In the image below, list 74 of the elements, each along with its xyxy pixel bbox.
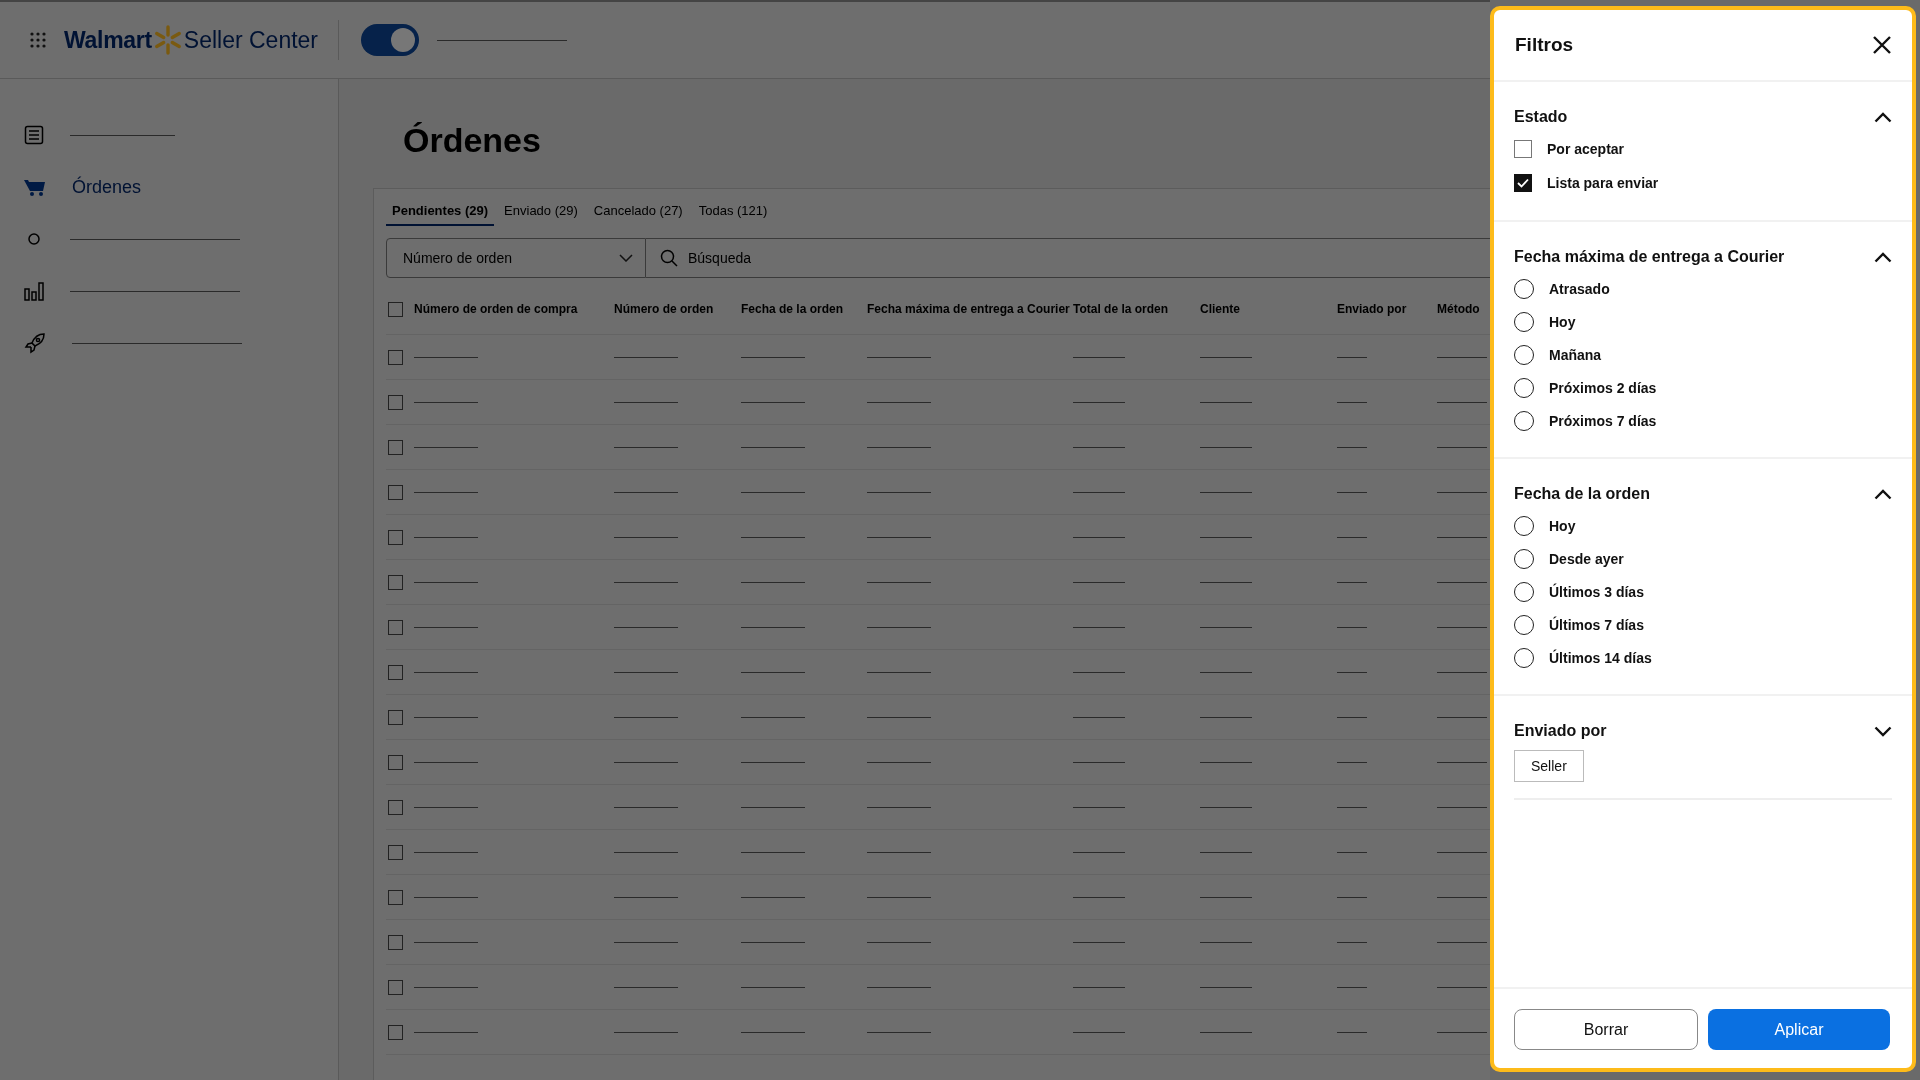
panel-title: Filtros — [1515, 34, 1574, 56]
column-header: Enviado por — [1337, 302, 1408, 316]
row-checkbox[interactable] — [388, 529, 403, 545]
section-title: Estado — [1514, 108, 1568, 126]
search-field[interactable]: Búsqueda — [646, 238, 1490, 278]
rocket-icon — [24, 332, 46, 354]
column-header: Total de la orden — [1073, 302, 1170, 316]
order-number-select[interactable]: Número de orden — [386, 238, 646, 278]
option-label: Atrasado — [1549, 280, 1610, 297]
column-header: Número de orden — [614, 302, 715, 316]
select-placeholder: Número de orden — [403, 250, 512, 266]
chevron-up-icon[interactable] — [1874, 251, 1892, 263]
brand-name: Walmart — [64, 26, 152, 54]
close-icon[interactable] — [1872, 35, 1892, 55]
cart-icon — [24, 177, 46, 197]
checkbox[interactable] — [1514, 140, 1532, 158]
row-checkbox[interactable] — [388, 619, 403, 635]
column-header: Método — [1437, 302, 1481, 316]
column-header: Cliente — [1200, 302, 1241, 316]
column-header: Fecha de la orden — [741, 302, 845, 316]
apply-button[interactable]: Aplicar — [1708, 1009, 1890, 1050]
row-checkbox[interactable] — [388, 394, 403, 410]
row-checkbox[interactable] — [388, 799, 403, 815]
option-label: Últimos 3 días — [1549, 583, 1644, 600]
option-label: Mañana — [1549, 346, 1602, 363]
option-label: Últimos 14 días — [1549, 649, 1652, 666]
check-icon — [1516, 177, 1530, 189]
row-checkbox[interactable] — [388, 709, 403, 725]
section-title: Fecha de la orden — [1514, 485, 1651, 503]
row-checkbox[interactable] — [388, 844, 403, 860]
row-checkbox[interactable] — [388, 979, 403, 995]
row-checkbox[interactable] — [388, 349, 403, 365]
chevron-up-icon[interactable] — [1874, 488, 1892, 500]
spark-logo-icon — [153, 25, 182, 55]
filter-chip[interactable]: Seller — [1514, 750, 1584, 782]
tab[interactable]: Todas (121) — [692, 199, 774, 226]
chevron-up-icon[interactable] — [1874, 111, 1892, 123]
list-icon — [24, 125, 44, 145]
option-label: Por aceptar — [1547, 141, 1625, 157]
row-checkbox[interactable] — [388, 484, 403, 500]
row-checkbox[interactable] — [388, 439, 403, 455]
tab[interactable]: Cancelado (27) — [587, 199, 689, 226]
page-title: Órdenes — [403, 121, 542, 160]
row-checkbox[interactable] — [388, 1024, 403, 1040]
option-label: Últimos 7 días — [1549, 616, 1644, 633]
row-checkbox[interactable] — [388, 664, 403, 680]
row-checkbox[interactable] — [388, 934, 403, 950]
chevron-down-icon[interactable] — [1874, 725, 1892, 737]
section-title: Enviado por — [1514, 722, 1607, 740]
row-checkbox[interactable] — [388, 889, 403, 905]
search-icon — [660, 249, 678, 267]
option-label: Próximos 7 días — [1549, 412, 1657, 429]
column-header: Fecha máxima de entrega a Courier — [867, 302, 1071, 316]
section-title: Fecha máxima de entrega a Courier — [1514, 248, 1785, 266]
product-name: Seller Center — [183, 26, 319, 54]
toggle-switch[interactable] — [361, 24, 420, 56]
option-label: Lista para enviar — [1547, 175, 1659, 191]
tab[interactable]: Enviado (29) — [498, 199, 584, 226]
app-grid-icon[interactable] — [29, 31, 47, 49]
row-checkbox[interactable] — [388, 574, 403, 590]
option-label: Próximos 2 días — [1549, 379, 1657, 396]
row-checkbox[interactable] — [388, 754, 403, 770]
option-label: Hoy — [1549, 517, 1576, 534]
select-all-checkbox[interactable] — [388, 301, 403, 317]
bar-chart-icon — [24, 281, 44, 301]
tab[interactable]: Pendientes (29) — [386, 199, 495, 226]
column-header: Número de orden de compra — [414, 302, 579, 316]
sidebar-item[interactable]: Órdenes — [0, 161, 338, 213]
option-label: Desde ayer — [1549, 550, 1624, 567]
nav-label: Órdenes — [72, 176, 142, 198]
option-label: Hoy — [1549, 313, 1576, 330]
clear-button[interactable]: Borrar — [1514, 1009, 1698, 1050]
chevron-down-icon — [619, 254, 633, 262]
checkbox[interactable] — [1514, 174, 1532, 192]
